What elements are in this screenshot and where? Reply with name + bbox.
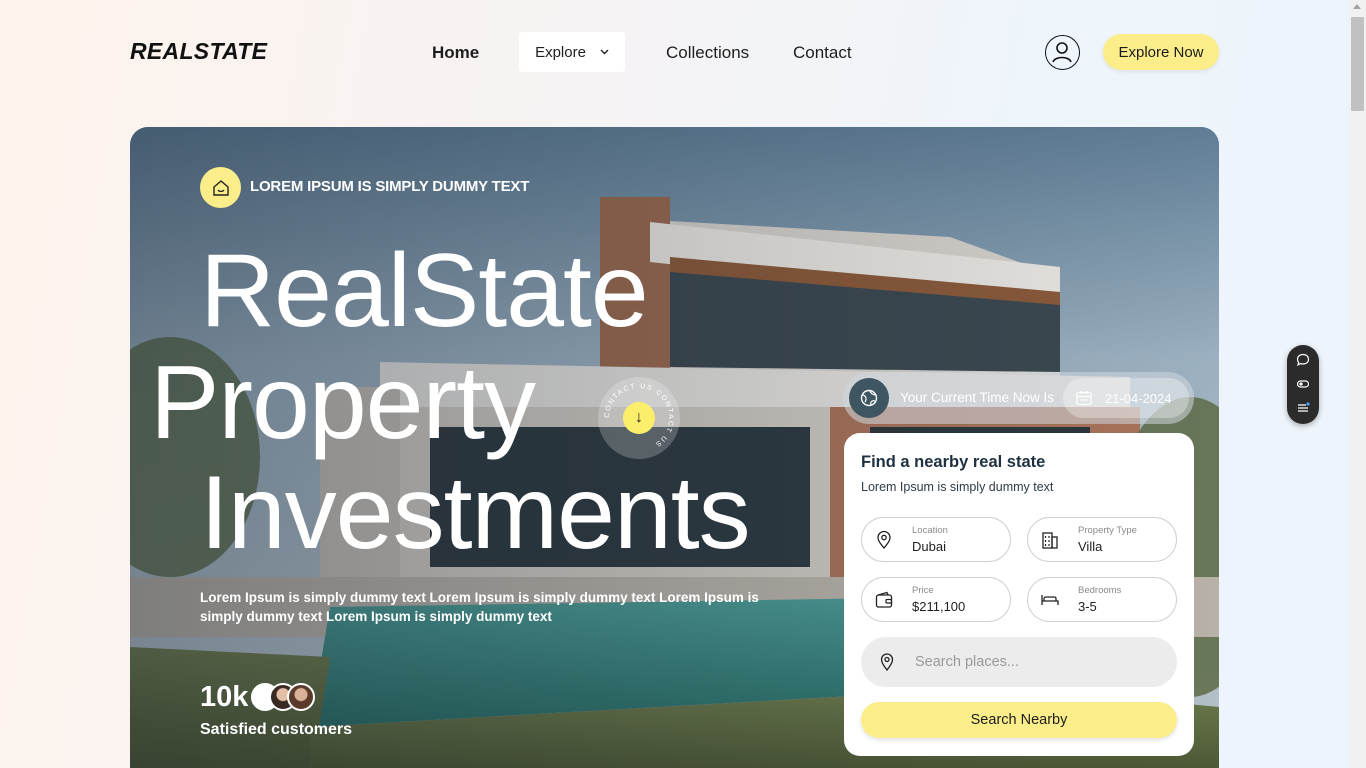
contact-us-badge[interactable]: CONTACT US CONTACT US ↓ — [598, 377, 680, 459]
site-logo[interactable]: REALSTATE — [130, 38, 267, 65]
toggle-icon[interactable] — [1296, 377, 1310, 391]
search-places-box — [861, 637, 1177, 687]
nav-collections-link[interactable]: Collections — [666, 43, 749, 63]
scrollbar-thumb[interactable] — [1351, 17, 1364, 111]
current-time-widget: Your Current Time Now Is 21-04-2024 — [843, 372, 1194, 424]
user-icon — [1052, 42, 1072, 63]
search-card-title: Find a nearby real state — [861, 453, 1046, 471]
hero-description: Lorem Ipsum is simply dummy text Lorem I… — [200, 590, 759, 624]
wallet-icon — [875, 591, 893, 608]
scroll-up-arrow-icon[interactable] — [1353, 4, 1361, 9]
location-label: Location — [912, 525, 948, 536]
chat-bubble-icon[interactable] — [1296, 353, 1310, 367]
user-account-button[interactable] — [1045, 35, 1080, 70]
building-icon — [1042, 532, 1058, 549]
bedrooms-label: Bedrooms — [1078, 585, 1122, 596]
calendar-icon — [1076, 391, 1092, 406]
chevron-down-icon — [600, 49, 609, 55]
price-value: $211,100 — [912, 599, 966, 614]
property-type-value: Villa — [1078, 539, 1103, 554]
hero-title-line-1: RealState — [200, 233, 649, 349]
date-display[interactable]: 21-04-2024 — [1063, 378, 1189, 418]
nav-home-link[interactable]: Home — [432, 43, 479, 63]
customers-label: Satisfied customers — [200, 721, 353, 738]
property-type-label: Property Type — [1078, 525, 1137, 536]
date-value: 21-04-2024 — [1105, 390, 1172, 406]
price-label: Price — [912, 585, 934, 596]
nav-explore-dropdown[interactable]: Explore — [519, 32, 625, 72]
nav-contact-link[interactable]: Contact — [793, 43, 852, 63]
current-time-label: Your Current Time Now Is — [900, 390, 1055, 405]
globe-icon — [849, 378, 889, 418]
bed-icon — [1041, 595, 1059, 605]
location-pin-icon — [877, 530, 891, 550]
floating-toolbar — [1287, 345, 1319, 424]
customers-count: 10k — [200, 681, 249, 713]
search-card-subtitle: Lorem Ipsum is simply dummy text — [861, 480, 1054, 494]
price-field[interactable]: Price $211,100 — [861, 577, 1011, 622]
search-nearby-button[interactable]: Search Nearby — [861, 702, 1177, 738]
property-type-field[interactable]: Property Type Villa — [1027, 517, 1177, 562]
bedrooms-field[interactable]: Bedrooms 3-5 — [1027, 577, 1177, 622]
hero-title-line-3: Investments — [200, 455, 751, 571]
location-field[interactable]: Location Dubai — [861, 517, 1011, 562]
bedrooms-value: 3-5 — [1078, 599, 1097, 614]
avatar — [287, 683, 315, 711]
customer-avatars — [251, 683, 315, 711]
nav-explore-label: Explore — [535, 43, 586, 61]
hero-tagline: LOREM IPSUM IS SIMPLY DUMMY TEXT — [250, 178, 530, 195]
location-pin-icon — [880, 653, 894, 672]
arrow-down-icon: ↓ — [623, 402, 655, 434]
home-icon — [200, 167, 241, 208]
page-scrollbar[interactable] — [1349, 0, 1366, 768]
location-value: Dubai — [912, 539, 946, 554]
hero-section: LOREM IPSUM IS SIMPLY DUMMY TEXT RealSta… — [130, 127, 1219, 768]
explore-now-button[interactable]: Explore Now — [1103, 34, 1219, 70]
search-card: Find a nearby real state Lorem Ipsum is … — [844, 433, 1194, 756]
hero-title-line-2: Property — [150, 345, 536, 461]
list-icon[interactable] — [1296, 401, 1310, 415]
search-places-input[interactable] — [915, 651, 1155, 673]
